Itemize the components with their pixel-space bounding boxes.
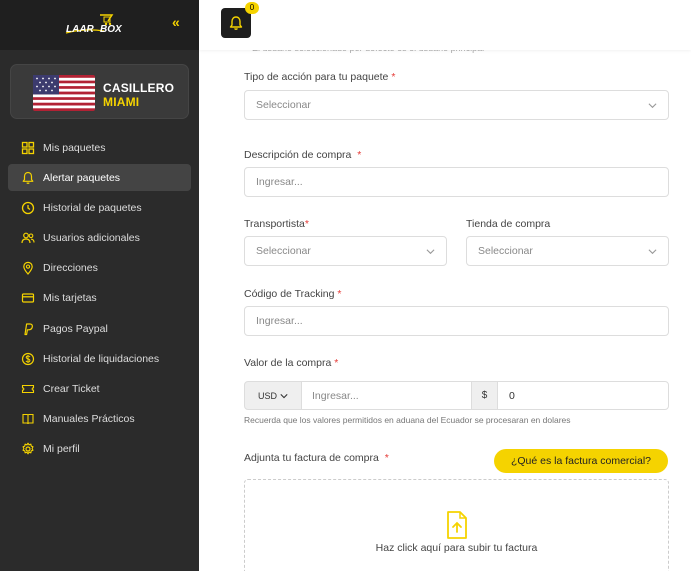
- notification-badge: 0: [245, 2, 259, 14]
- amount-input[interactable]: 0: [497, 381, 669, 410]
- sidebar-item-mis-tarjetas[interactable]: Mis tarjetas: [8, 285, 191, 312]
- ticket-icon: [21, 382, 35, 396]
- book-icon: [21, 412, 35, 426]
- sidebar-item-label: Direcciones: [43, 262, 98, 275]
- chevron-down-icon: [648, 247, 657, 256]
- sidebar-item-label: Historial de liquidaciones: [43, 352, 160, 365]
- tracking-input[interactable]: Ingresar...: [244, 306, 669, 336]
- valor-label: Valor de la compra *: [244, 357, 339, 369]
- sidebar-item-mis-paquetes[interactable]: Mis paquetes: [8, 134, 191, 161]
- locker-card[interactable]: CASILLERO MIAMI: [10, 64, 189, 119]
- sidebar-item-historial-de-paquetes[interactable]: Historial de paquetes: [8, 194, 191, 221]
- sidebar-nav: Mis paquetes Alertar paquetes Historial de…: [8, 134, 191, 466]
- sidebar-item-label: Historial de paquetes: [43, 201, 142, 214]
- sidebar-item-pagos-paypal[interactable]: Pagos Paypal: [8, 315, 191, 342]
- sidebar-item-usuarios-adicionales[interactable]: Usuarios adicionales: [8, 225, 191, 252]
- gear-icon: [21, 442, 35, 456]
- sidebar-item-label: Manuales Prácticos: [43, 413, 135, 426]
- dollar-circle-icon: [21, 352, 35, 366]
- tracking-label: Código de Tracking *: [244, 288, 342, 300]
- accion-label: Tipo de acción para tu paquete *: [244, 71, 396, 83]
- sidebar-item-label: Mis tarjetas: [43, 292, 97, 305]
- map-pin-icon: [21, 261, 35, 276]
- upload-text: Haz click aquí para subir tu factura: [375, 542, 538, 554]
- transportista-select[interactable]: Seleccionar: [244, 236, 447, 266]
- paypal-icon: [21, 322, 35, 336]
- customs-note: Recuerda que los valores permitidos en a…: [244, 415, 571, 425]
- amount-value: 0: [509, 389, 515, 402]
- tienda-select[interactable]: Seleccionar: [466, 236, 669, 266]
- accion-select[interactable]: Seleccionar: [244, 90, 669, 120]
- tienda-select-value: Seleccionar: [478, 245, 533, 257]
- main-content: El usuario seleccionado por defecto es e…: [199, 0, 691, 571]
- sidebar-item-manuales-prácticos[interactable]: Manuales Prácticos: [8, 406, 191, 433]
- chevron-down-icon: [648, 101, 657, 110]
- top-bar: 0: [199, 0, 691, 50]
- upload-file-icon: [447, 511, 467, 539]
- locker-city: MIAMI: [103, 95, 140, 109]
- sidebar-item-label: Mis paquetes: [43, 141, 106, 154]
- sidebar-item-alertar-paquetes[interactable]: Alertar paquetes: [8, 164, 191, 192]
- sidebar-item-mi-perfil[interactable]: Mi perfil: [8, 436, 191, 463]
- descripcion-input[interactable]: Ingresar...: [244, 167, 669, 197]
- sidebar-item-label: Pagos Paypal: [43, 322, 108, 335]
- upload-dropzone[interactable]: Haz click aquí para subir tu factura: [244, 479, 669, 571]
- tienda-label: Tienda de compra: [466, 218, 551, 230]
- usa-flag-icon: [33, 75, 95, 111]
- collapse-sidebar-icon[interactable]: «: [172, 14, 180, 30]
- credit-card-icon: [21, 291, 35, 305]
- currency-value: USD: [257, 390, 277, 401]
- transportista-label: Transportista*: [244, 218, 309, 230]
- accion-select-value: Seleccionar: [256, 99, 311, 111]
- chevron-down-icon: [280, 393, 288, 398]
- sidebar: LAAR BOX « CASILLERO MIAMI Mis paquetes A…: [0, 0, 199, 571]
- valor-placeholder: Ingresar...: [312, 389, 359, 402]
- tracking-placeholder: Ingresar...: [256, 315, 303, 327]
- svg-text:LAAR: LAAR: [66, 24, 95, 35]
- locker-title: CASILLERO: [103, 81, 175, 95]
- currency-dropdown[interactable]: USD: [244, 381, 302, 410]
- sidebar-item-label: Alertar paquetes: [43, 171, 121, 184]
- dollar-addon: $: [471, 381, 498, 410]
- sidebar-item-label: Usuarios adicionales: [43, 232, 140, 245]
- bell-icon: [21, 171, 35, 185]
- sidebar-item-direcciones[interactable]: Direcciones: [8, 255, 191, 282]
- laarbox-logo[interactable]: LAAR BOX: [64, 14, 136, 38]
- users-icon: [21, 231, 35, 245]
- bell-icon: [229, 16, 243, 30]
- descripcion-placeholder: Ingresar...: [256, 176, 303, 188]
- chevron-down-icon: [426, 247, 435, 256]
- factura-help-button[interactable]: ¿Qué es la factura comercial?: [494, 449, 668, 473]
- sidebar-item-label: Crear Ticket: [43, 383, 100, 395]
- transportista-select-value: Seleccionar: [256, 245, 311, 257]
- sidebar-item-label: Mi perfil: [43, 443, 80, 456]
- clock-icon: [21, 201, 35, 215]
- valor-input[interactable]: Ingresar...: [301, 381, 472, 410]
- svg-text:BOX: BOX: [100, 24, 123, 35]
- sidebar-item-historial-de-liquidaciones[interactable]: Historial de liquidaciones: [8, 345, 191, 372]
- factura-label: Adjunta tu factura de compra *: [244, 452, 389, 464]
- brand-bar: LAAR BOX «: [0, 0, 199, 50]
- descripcion-label: Descripción de compra *: [244, 149, 362, 161]
- sidebar-item-crear-ticket[interactable]: Crear Ticket: [8, 376, 191, 403]
- grid-icon: [21, 141, 35, 155]
